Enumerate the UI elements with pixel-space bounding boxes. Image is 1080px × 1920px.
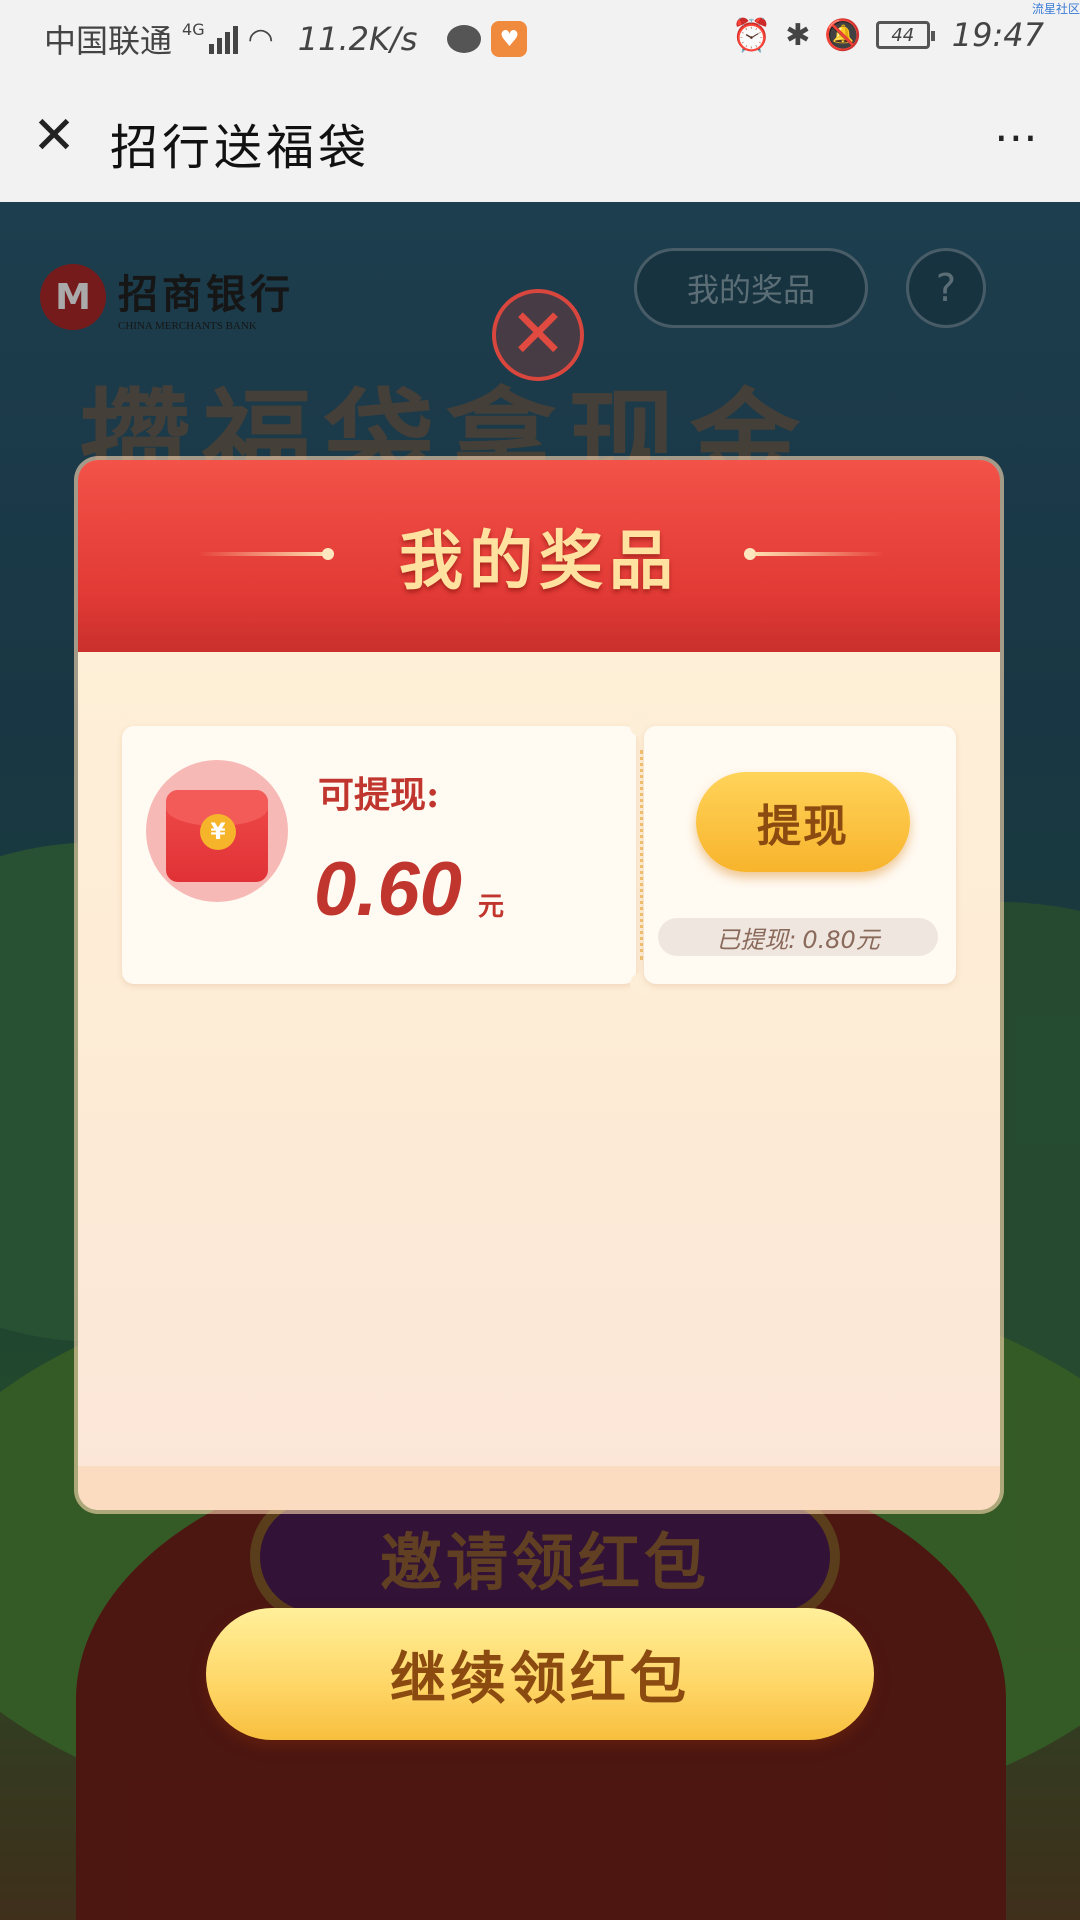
available-label: 可提现:	[318, 774, 440, 816]
withdrawn-total: 已提现: 0.80元	[658, 918, 938, 956]
red-packet-icon: ¥	[146, 760, 288, 902]
withdrawn-amount: 0.80元	[802, 925, 880, 954]
title-decoration-right	[754, 552, 884, 556]
modal-footer	[78, 1466, 1000, 1510]
app-notification-icon: ♥	[491, 21, 528, 57]
page-title: 招行送福袋	[110, 120, 371, 176]
battery-icon: 44	[875, 21, 935, 49]
webview-titlebar: ✕ 招行送福袋 ⋯	[0, 76, 1080, 202]
prize-card-actions: 提现 已提现: 0.80元	[644, 726, 956, 984]
signal-icon	[208, 24, 238, 54]
status-left: 中国联通 4G ◠ 11.2K/s ♥	[44, 16, 528, 62]
prizes-modal: 我的奖品 ¥ 可提现: 0.60 元 提现 已提现: 0.80元	[78, 460, 1000, 1510]
chat-notification-icon	[447, 25, 482, 53]
bluetooth-icon: ✱	[785, 17, 811, 53]
network-type: 4G	[182, 19, 205, 39]
corner-watermark: 流星社区	[1031, 2, 1080, 16]
status-bar: 中国联通 4G ◠ 11.2K/s ♥ ⏰ ✱ 🔕 44 19:47 流星社区	[0, 0, 1080, 76]
carrier-name: 中国联通	[44, 22, 173, 60]
mute-icon: 🔕	[824, 17, 862, 53]
close-icon: ✕	[509, 295, 567, 374]
prize-card-info: ¥ 可提现: 0.60 元	[122, 726, 636, 984]
status-right: ⏰ ✱ 🔕 44 19:47	[731, 16, 1044, 54]
modal-close-button[interactable]: ✕	[492, 289, 584, 381]
prize-card: ¥ 可提现: 0.60 元 提现 已提现: 0.80元	[122, 715, 956, 995]
more-options-icon[interactable]: ⋯	[994, 112, 1040, 163]
clock: 19:47	[951, 16, 1044, 54]
wifi-icon: ◠	[247, 21, 274, 57]
modal-title: 我的奖品	[399, 525, 679, 599]
close-icon[interactable]: ✕	[30, 110, 78, 162]
alarm-icon: ⏰	[731, 16, 772, 54]
modal-header: 我的奖品	[78, 460, 1000, 652]
available-amount: 0.60	[314, 847, 462, 932]
available-unit: 元	[478, 892, 505, 922]
card-divider	[640, 750, 643, 960]
continue-red-packet-button[interactable]: 继续领红包	[206, 1608, 874, 1740]
yuan-coin-icon: ¥	[200, 814, 236, 850]
network-speed: 11.2K/s	[297, 20, 418, 58]
withdraw-button[interactable]: 提现	[696, 772, 910, 872]
withdrawn-label: 已提现:	[716, 925, 797, 954]
